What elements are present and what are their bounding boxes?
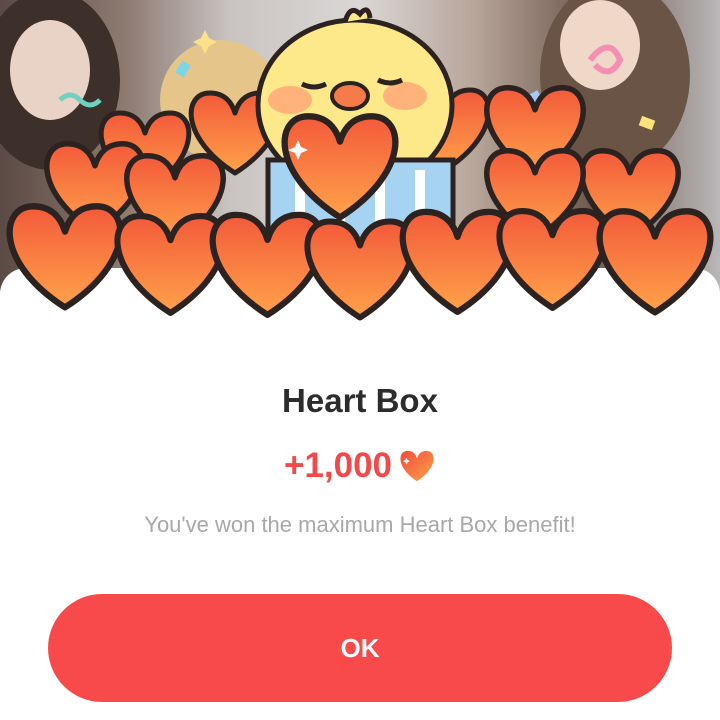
dialog-title: Heart Box xyxy=(282,382,438,419)
reward-amount: +1,000 xyxy=(0,446,720,486)
reward-amount-text: +1,000 xyxy=(283,446,393,485)
dialog-message: You've won the maximum Heart Box benefit… xyxy=(144,512,576,537)
heart-icon xyxy=(400,450,434,482)
ok-button[interactable]: OK xyxy=(48,594,672,702)
heart-box-illustration xyxy=(0,7,720,330)
